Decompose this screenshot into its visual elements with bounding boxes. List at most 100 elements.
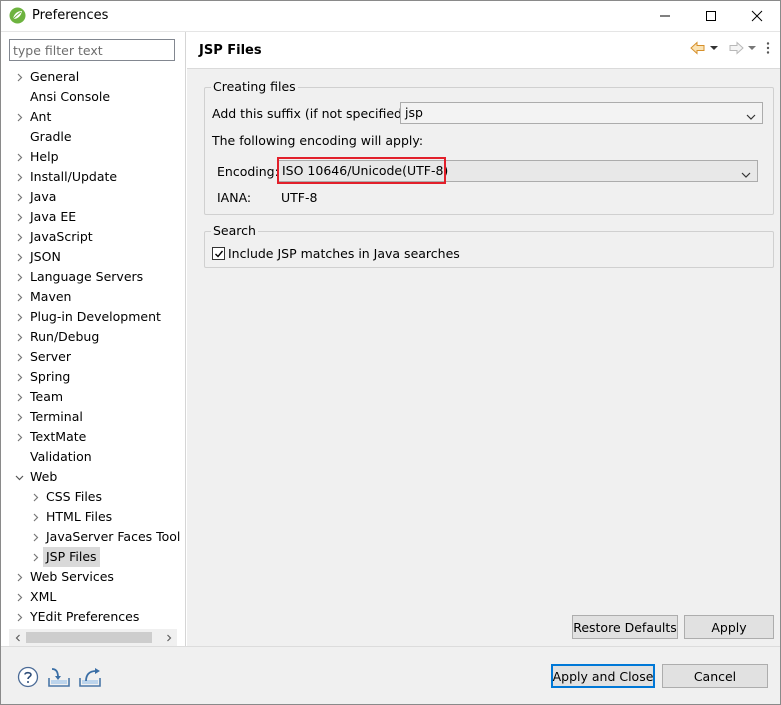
minimize-button[interactable] <box>642 1 688 31</box>
tree-item[interactable]: Ant <box>1 107 185 127</box>
scroll-left-icon[interactable] <box>9 629 26 646</box>
chevron-right-icon[interactable] <box>13 307 25 327</box>
tree-item-label: Ansi Console <box>30 89 111 104</box>
tree-item[interactable]: Validation <box>1 447 185 467</box>
tree-item[interactable]: XML <box>1 587 185 607</box>
chevron-right-icon[interactable] <box>13 67 25 87</box>
tree-item[interactable]: Maven <box>1 287 185 307</box>
tree-item[interactable]: TextMate <box>1 427 185 447</box>
tree-item[interactable]: Terminal <box>1 407 185 427</box>
forward-arrow-icon <box>728 41 744 55</box>
chevron-right-icon[interactable] <box>13 247 25 267</box>
chevron-right-icon[interactable] <box>29 527 41 547</box>
chevron-right-icon[interactable] <box>13 267 25 287</box>
filter-input[interactable] <box>9 39 175 61</box>
tree-item[interactable]: Web Services <box>1 567 185 587</box>
apply-button[interactable]: Apply <box>684 615 774 639</box>
tree-item[interactable]: Language Servers <box>1 267 185 287</box>
window-title: Preferences <box>32 8 109 23</box>
tree-item-label: Gradle <box>30 129 72 144</box>
encoding-note: The following encoding will apply: <box>212 133 424 148</box>
close-button[interactable] <box>734 1 780 31</box>
tree-item[interactable]: Java <box>1 187 185 207</box>
chevron-right-icon[interactable] <box>13 607 25 626</box>
tree-item-label: HTML Files <box>46 509 113 524</box>
tree-item-label: General <box>30 69 80 84</box>
forward-menu-chevron-icon <box>748 45 756 51</box>
include-jsp-label[interactable]: Include JSP matches in Java searches <box>228 246 460 261</box>
suffix-combo[interactable]: jsp <box>400 102 763 124</box>
tree-item[interactable]: Install/Update <box>1 167 185 187</box>
chevron-right-icon[interactable] <box>29 487 41 507</box>
chevron-right-icon[interactable] <box>29 547 41 567</box>
help-icon[interactable] <box>16 665 40 689</box>
tree-item-label: JavaScript <box>30 229 93 244</box>
tree-item[interactable]: JavaServer Faces Tool <box>1 527 185 547</box>
chevron-right-icon[interactable] <box>13 287 25 307</box>
import-icon[interactable] <box>47 665 71 689</box>
chevron-right-icon[interactable] <box>13 147 25 167</box>
tree-item[interactable]: JSON <box>1 247 185 267</box>
tree-item[interactable]: JavaScript <box>1 227 185 247</box>
chevron-right-icon[interactable] <box>13 587 25 607</box>
header-separator <box>187 68 780 69</box>
tree-item[interactable]: General <box>1 67 185 87</box>
dialog-button-bar: Apply and Close Cancel <box>1 646 780 704</box>
chevron-right-icon[interactable] <box>13 427 25 447</box>
tree-item[interactable]: Plug-in Development <box>1 307 185 327</box>
tree-item[interactable]: Gradle <box>1 127 185 147</box>
tree-item[interactable]: Ansi Console <box>1 87 185 107</box>
chevron-right-icon[interactable] <box>13 327 25 347</box>
chevron-down-icon[interactable] <box>13 467 25 487</box>
tree-item[interactable]: JSP Files <box>1 547 185 567</box>
tree-item-label: Plug-in Development <box>30 309 161 324</box>
chevron-right-icon[interactable] <box>13 187 25 207</box>
restore-defaults-button[interactable]: Restore Defaults <box>572 615 678 639</box>
tree-item[interactable]: YEdit Preferences <box>1 607 185 626</box>
horizontal-scrollbar[interactable] <box>9 629 177 646</box>
cancel-button[interactable]: Cancel <box>662 664 768 688</box>
maximize-button[interactable] <box>688 1 734 31</box>
preference-navigation-pane: General Ansi Console Ant Gradle Help Install/… <box>1 32 186 646</box>
spring-leaf-icon <box>9 7 26 24</box>
chevron-right-icon[interactable] <box>13 167 25 187</box>
back-menu-chevron-icon[interactable] <box>710 45 718 51</box>
page-title: JSP Files <box>199 43 262 58</box>
iana-label: IANA: <box>217 190 252 205</box>
chevron-right-icon[interactable] <box>13 567 25 587</box>
chevron-right-icon[interactable] <box>13 367 25 387</box>
tree-item-label: Maven <box>30 289 72 304</box>
chevron-right-icon[interactable] <box>13 207 25 227</box>
tree-item-label: Help <box>30 149 59 164</box>
chevron-right-icon[interactable] <box>13 107 25 127</box>
tree-item[interactable]: Server <box>1 347 185 367</box>
preference-page: JSP Files Creating files Add this suffix… <box>187 32 780 646</box>
tree-item-label: XML <box>30 589 57 604</box>
tree-item[interactable]: HTML Files <box>1 507 185 527</box>
scrollbar-thumb[interactable] <box>26 632 152 643</box>
chevron-right-icon[interactable] <box>29 507 41 527</box>
chevron-right-icon[interactable] <box>13 347 25 367</box>
back-arrow-icon[interactable] <box>690 41 706 55</box>
suffix-label: Add this suffix (if not specified): <box>212 106 412 121</box>
preferences-window: Preferences General Ansi Console Ant Gradle… <box>0 0 781 705</box>
tree-item[interactable]: Spring <box>1 367 185 387</box>
chevron-right-icon[interactable] <box>13 407 25 427</box>
tree-item-label: YEdit Preferences <box>30 609 140 624</box>
export-icon[interactable] <box>78 665 102 689</box>
tree-item[interactable]: CSS Files <box>1 487 185 507</box>
apply-and-close-button[interactable]: Apply and Close <box>551 664 655 688</box>
tree-item[interactable]: Java EE <box>1 207 185 227</box>
scroll-right-icon[interactable] <box>160 629 177 646</box>
chevron-right-icon[interactable] <box>13 227 25 247</box>
include-jsp-checkbox[interactable] <box>212 247 225 260</box>
tree-item-label: CSS Files <box>46 489 102 504</box>
chevron-right-icon[interactable] <box>13 387 25 407</box>
view-menu-icon[interactable] <box>766 41 770 55</box>
tree-item[interactable]: Team <box>1 387 185 407</box>
tree-item-label: Team <box>30 389 64 404</box>
page-navigation <box>690 41 770 55</box>
tree-item[interactable]: Web <box>1 467 185 487</box>
tree-item[interactable]: Run/Debug <box>1 327 185 347</box>
tree-item[interactable]: Help <box>1 147 185 167</box>
